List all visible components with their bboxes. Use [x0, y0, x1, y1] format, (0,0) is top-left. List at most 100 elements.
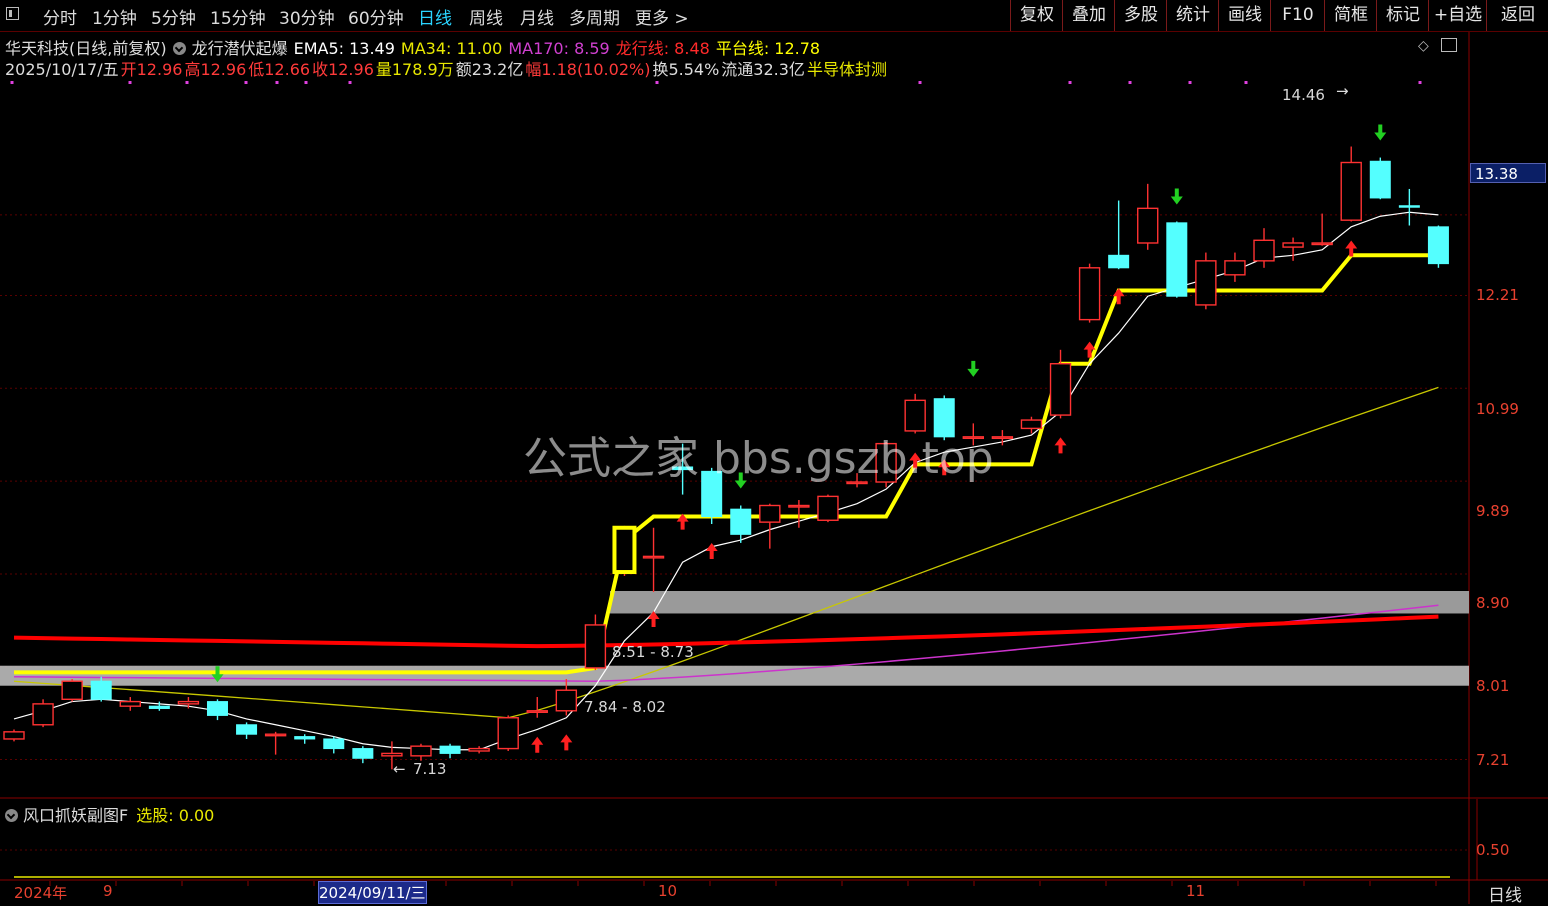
price-tick: 10.99: [1476, 400, 1519, 418]
period-daily[interactable]: 日线: [418, 4, 452, 29]
period-5min[interactable]: 5分钟: [151, 4, 196, 29]
quote-turnover: 换5.54%: [652, 60, 720, 79]
candle-body: [1195, 260, 1217, 306]
high-annotation: 14.46: [1282, 86, 1325, 104]
period-1min[interactable]: 1分钟: [92, 4, 137, 29]
period-30min[interactable]: 30分钟: [279, 4, 335, 29]
watermark-center: 公式之家 bbs.gszb.top: [523, 433, 994, 484]
candle-body: [555, 689, 578, 712]
signal-dot: [348, 81, 352, 84]
candle: [206, 699, 228, 721]
candle-body: [788, 504, 810, 508]
signal-dot: [1418, 81, 1422, 84]
candle-body: [1369, 160, 1391, 199]
sell-arrow-icon: [211, 666, 224, 683]
draw-line-button[interactable]: 画线: [1218, 0, 1271, 31]
mark-button[interactable]: 标记: [1376, 0, 1429, 31]
candle: [3, 729, 25, 742]
candle-body: [1049, 363, 1072, 416]
quote-concept[interactable]: 半导体封测: [807, 60, 887, 79]
signal-dot: [275, 81, 279, 84]
longxing-line: [13, 614, 1439, 649]
period-60min[interactable]: 60分钟: [348, 4, 404, 29]
sell-arrow-icon: [1170, 188, 1183, 205]
signal-dot: [185, 81, 189, 84]
layout-toggle-icon[interactable]: [6, 7, 19, 20]
quote-low: 低12.66: [248, 60, 311, 79]
period-15min[interactable]: 15分钟: [210, 4, 266, 29]
date-cursor: 2024/09/11/三: [318, 881, 427, 904]
quote-float: 流通32.3亿: [721, 60, 805, 79]
quote-high: 高12.96: [184, 60, 247, 79]
sub-indicator-value: 选股: 0.00: [136, 806, 215, 825]
candle-body: [1166, 222, 1188, 297]
sub-indicator-name[interactable]: 风口抓妖副图F: [23, 806, 128, 825]
period-more[interactable]: 更多 >: [635, 4, 689, 29]
indicator-menu-icon[interactable]: [172, 42, 186, 55]
date-nov: 11: [1186, 882, 1206, 900]
overlay-button[interactable]: 叠加: [1062, 0, 1115, 31]
candle-body: [32, 703, 54, 726]
sell-arrow-icon: [1374, 124, 1387, 141]
fuquan-button[interactable]: 复权: [1010, 0, 1063, 31]
period-weekly[interactable]: 周线: [469, 4, 503, 29]
candle: [584, 614, 607, 671]
buy-arrow-icon: [531, 736, 544, 753]
signal-dot: [1128, 81, 1132, 84]
quote-open: 开12.96: [120, 60, 183, 79]
sub-indicator-header: 风口抓妖副图F 选股: 0.00: [5, 802, 214, 826]
back-button[interactable]: 返回: [1486, 0, 1548, 31]
candle: [1369, 157, 1391, 200]
period-monthly[interactable]: 月线: [520, 4, 554, 29]
toolbar: 分时 1分钟 5分钟 15分钟 30分钟 60分钟 日线 周线 月线 多周期 更…: [0, 0, 1548, 32]
candle-body: [1311, 242, 1333, 246]
candle-body: [817, 495, 839, 521]
sub-indicator-menu-icon[interactable]: [5, 809, 18, 822]
candle-body: [323, 738, 345, 750]
candle: [1137, 183, 1159, 250]
candle-body: [584, 624, 607, 669]
candle: [90, 676, 112, 702]
candle-body: [61, 680, 83, 701]
add-watchlist-button[interactable]: +自选: [1428, 0, 1487, 31]
diamond-icon[interactable]: ◇: [1418, 38, 1429, 54]
f10-button[interactable]: F10: [1270, 0, 1325, 31]
multi-stock-button[interactable]: 多股: [1114, 0, 1167, 31]
candle-body: [1108, 254, 1130, 269]
signal-dot: [1244, 81, 1248, 84]
signal-dot: [655, 81, 659, 84]
quote-header: 2025/10/17/五 开12.96 高12.96 低12.66 收12.96 量178…: [5, 56, 893, 80]
candle-body: [148, 705, 170, 709]
support-band-lower: [0, 665, 1469, 686]
candle-body: [3, 731, 25, 740]
candle: [468, 746, 490, 754]
maximize-icon[interactable]: [1441, 38, 1458, 52]
period-fenshi[interactable]: 分时: [43, 4, 77, 29]
candle: [1340, 146, 1362, 222]
candle-body: [1282, 242, 1304, 248]
candle-body: [1224, 260, 1246, 276]
candle-body: [1340, 161, 1362, 221]
band-lower-label: 7.84 - 8.02: [584, 698, 666, 716]
candle: [294, 734, 316, 744]
buy-arrow-icon: [647, 611, 660, 628]
candle-body: [177, 700, 200, 705]
quote-volume: 量178.9万: [375, 60, 454, 79]
quote-date: 2025/10/17/五: [5, 60, 119, 79]
candle: [817, 494, 839, 523]
candle-body: [613, 527, 636, 573]
candle: [497, 715, 519, 751]
candle: [613, 525, 636, 576]
period-indicator[interactable]: 日线: [1488, 881, 1522, 906]
quote-range: 幅1.18(10.02%): [525, 60, 651, 79]
candle-body: [497, 717, 519, 750]
candle: [1311, 213, 1333, 246]
period-multi[interactable]: 多周期: [569, 4, 620, 29]
candle: [119, 697, 141, 711]
candle-body: [119, 700, 141, 707]
sell-arrow-icon: [967, 360, 980, 377]
stats-button[interactable]: 统计: [1166, 0, 1219, 31]
candle-body: [759, 504, 781, 523]
simple-frame-button[interactable]: 简框: [1324, 0, 1377, 31]
candle: [1195, 252, 1217, 310]
